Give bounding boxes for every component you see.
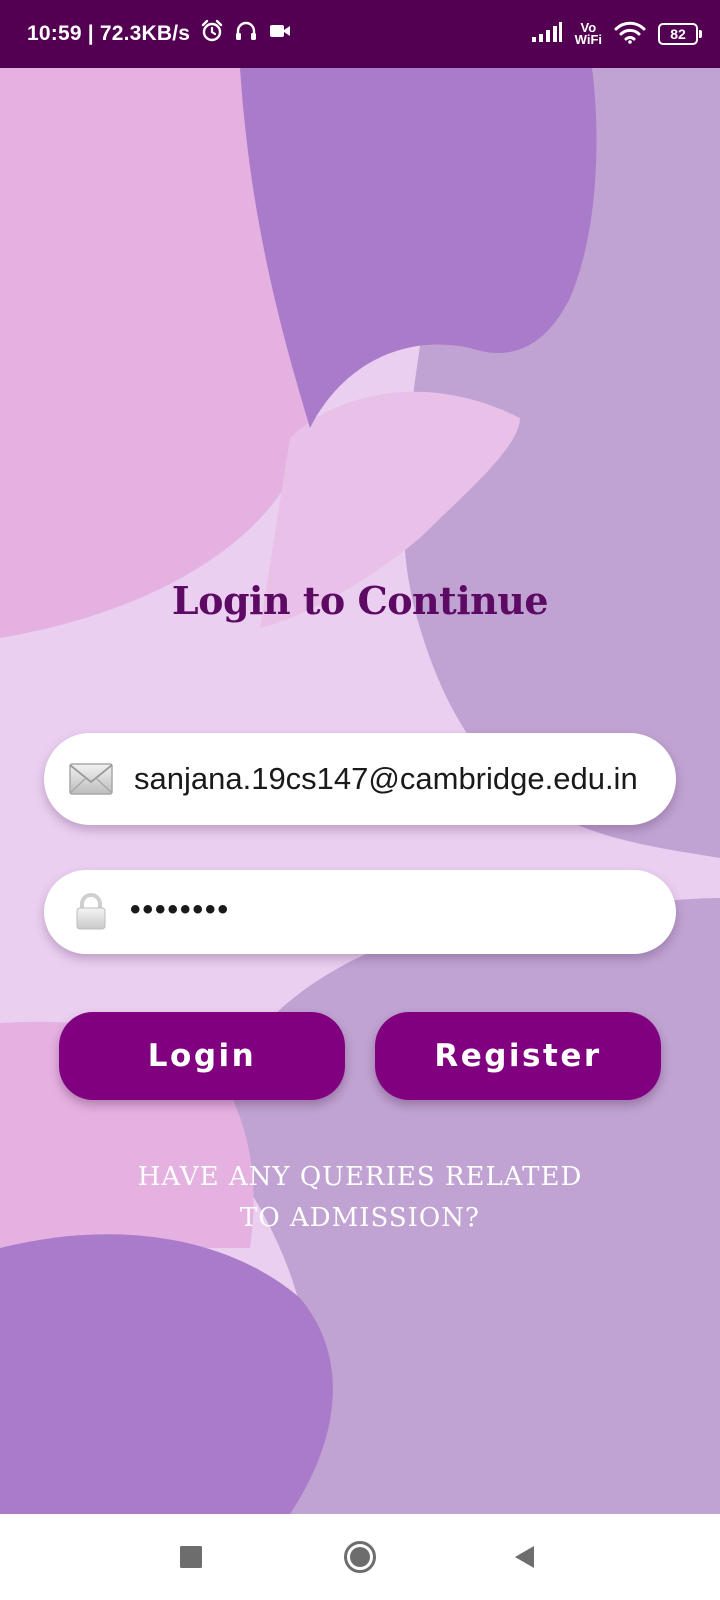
lock-icon xyxy=(68,889,114,935)
circle-home-icon[interactable] xyxy=(337,1534,383,1580)
headphones-icon xyxy=(234,19,258,49)
register-button[interactable]: Register xyxy=(375,1012,661,1100)
status-right: Vo WiFi 82 xyxy=(531,20,702,49)
password-field[interactable]: •••••••• xyxy=(44,870,676,954)
cellular-signal-icon xyxy=(531,21,563,48)
admission-queries-link[interactable]: HAVE ANY QUERIES RELATED TO ADMISSION? xyxy=(0,1157,720,1239)
battery-level: 82 xyxy=(670,26,686,42)
square-icon[interactable] xyxy=(168,1534,214,1580)
vowifi-indicator: Vo WiFi xyxy=(574,21,602,47)
envelope-icon xyxy=(68,756,114,802)
email-field[interactable]: sanjana.19cs147@cambridge.edu.in xyxy=(44,733,676,825)
login-button[interactable]: Login xyxy=(59,1012,345,1100)
password-value: •••••••• xyxy=(130,893,231,926)
triangle-back-icon[interactable] xyxy=(502,1534,548,1580)
queries-line-2: TO ADMISSION? xyxy=(240,1203,480,1233)
status-left: 10:59 | 72.3KB/s xyxy=(27,19,292,49)
alarm-icon xyxy=(200,19,224,49)
video-camera-icon xyxy=(268,21,292,47)
battery-indicator: 82 xyxy=(658,23,702,45)
time-speed-text: 10:59 | 72.3KB/s xyxy=(27,22,191,45)
wifi-icon xyxy=(614,20,646,49)
status-bar: 10:59 | 72.3KB/s Vo WiFi 82 xyxy=(0,0,720,68)
vowifi-bottom: WiFi xyxy=(574,32,602,47)
queries-line-1: HAVE ANY QUERIES RELATED xyxy=(137,1162,583,1192)
page-title: Login to Continue xyxy=(171,578,549,623)
email-value: sanjana.19cs147@cambridge.edu.in xyxy=(134,761,638,796)
navigation-bar xyxy=(0,1514,720,1600)
login-screen: 10:59 | 72.3KB/s Vo WiFi 82 Login to Con… xyxy=(0,0,720,1600)
